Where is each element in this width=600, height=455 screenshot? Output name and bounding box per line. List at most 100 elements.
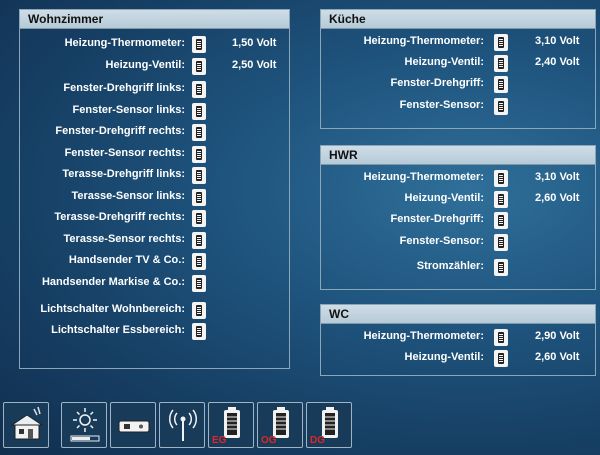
remote-button[interactable] bbox=[110, 402, 156, 448]
sensor-label: Lichtschalter Essbereich: bbox=[51, 324, 185, 336]
battery-status-icon[interactable] bbox=[192, 58, 206, 75]
battery-status-icon[interactable] bbox=[494, 329, 508, 346]
panel-wohnzimmer: Wohnzimmer Heizung-Thermometer: 1,50 Volt… bbox=[19, 9, 290, 369]
sensor-value: 2,40 Volt bbox=[535, 56, 580, 68]
sensor-label: Fenster-Sensor: bbox=[399, 235, 484, 247]
sensor-row: Handsender Markise & Co.: bbox=[20, 275, 289, 293]
brightness-icon bbox=[70, 408, 100, 442]
sensor-label: Fenster-Sensor: bbox=[399, 99, 484, 111]
sensor-value: 2,60 Volt bbox=[535, 192, 580, 204]
battery-status-icon[interactable] bbox=[192, 81, 206, 98]
sensor-row: Heizung-Thermometer: 3,10 Volt bbox=[321, 170, 595, 188]
battery-status-icon[interactable] bbox=[192, 103, 206, 120]
sensor-value: 1,50 Volt bbox=[232, 37, 277, 49]
sensor-row: Fenster-Drehgriff: bbox=[321, 76, 595, 94]
battery-status-icon[interactable] bbox=[192, 232, 206, 249]
battery-og-button[interactable]: OG bbox=[257, 402, 303, 448]
battery-status-icon[interactable] bbox=[192, 146, 206, 163]
sensor-label: Fenster-Drehgriff links: bbox=[63, 82, 185, 94]
battery-dg-button[interactable]: DG bbox=[306, 402, 352, 448]
sensor-row: Handsender TV & Co.: bbox=[20, 253, 289, 271]
battery-status-icon[interactable] bbox=[192, 210, 206, 227]
brightness-button[interactable] bbox=[61, 402, 107, 448]
sensor-row: Terasse-Drehgriff rechts: bbox=[20, 210, 289, 228]
sensor-row: Fenster-Sensor: bbox=[321, 234, 595, 252]
sensor-label: Stromzähler: bbox=[416, 260, 484, 272]
sensor-label: Heizung-Thermometer: bbox=[363, 330, 484, 342]
sensor-label: Terasse-Sensor links: bbox=[71, 190, 185, 202]
panel-kueche: Küche Heizung-Thermometer: 3,10 Volt Heizu… bbox=[320, 9, 596, 129]
remote-icon bbox=[118, 420, 150, 433]
sensor-label: Fenster-Drehgriff rechts: bbox=[55, 125, 185, 137]
battery-status-icon[interactable] bbox=[494, 350, 508, 367]
battery-status-icon[interactable] bbox=[494, 191, 508, 208]
house-icon bbox=[10, 406, 44, 440]
sensor-row: Terasse-Drehgriff links: bbox=[20, 167, 289, 185]
sensor-row: Fenster-Sensor: bbox=[321, 98, 595, 116]
panel-hwr: HWR Heizung-Thermometer: 3,10 Volt Heizung… bbox=[320, 145, 596, 290]
sensor-label: Heizung-Thermometer: bbox=[363, 35, 484, 47]
sensor-label: Heizung-Ventil: bbox=[404, 56, 484, 68]
home-button[interactable] bbox=[3, 402, 49, 448]
sensor-label: Terasse-Sensor rechts: bbox=[63, 233, 185, 245]
floor-label: EG bbox=[212, 435, 227, 446]
battery-eg-button[interactable]: EG bbox=[208, 402, 254, 448]
sensor-row: Terasse-Sensor rechts: bbox=[20, 232, 289, 250]
sensor-row: Heizung-Ventil: 2,60 Volt bbox=[321, 350, 595, 368]
sensor-label: Heizung-Thermometer: bbox=[363, 171, 484, 183]
sensor-value: 3,10 Volt bbox=[535, 171, 580, 183]
battery-status-icon[interactable] bbox=[192, 124, 206, 141]
battery-status-icon[interactable] bbox=[494, 259, 508, 276]
sensor-label: Fenster-Drehgriff: bbox=[390, 77, 484, 89]
sensor-row: Heizung-Ventil: 2,50 Volt bbox=[20, 58, 289, 76]
battery-status-icon[interactable] bbox=[192, 167, 206, 184]
battery-status-icon[interactable] bbox=[494, 212, 508, 229]
battery-status-icon[interactable] bbox=[494, 98, 508, 115]
antenna-icon bbox=[169, 409, 197, 441]
sensor-row: Fenster-Sensor rechts: bbox=[20, 146, 289, 164]
sensor-value: 2,90 Volt bbox=[535, 330, 580, 342]
battery-status-icon[interactable] bbox=[192, 36, 206, 53]
sensor-row: Lichtschalter Essbereich: bbox=[20, 323, 289, 341]
sensor-label: Fenster-Sensor rechts: bbox=[64, 147, 185, 159]
battery-status-icon[interactable] bbox=[494, 55, 508, 72]
antenna-button[interactable] bbox=[159, 402, 205, 448]
sensor-row: Stromzähler: bbox=[321, 259, 595, 277]
floor-label: OG bbox=[261, 435, 277, 446]
sensor-row: Fenster-Drehgriff links: bbox=[20, 81, 289, 99]
panel-title: HWR bbox=[321, 146, 595, 165]
sensor-row: Heizung-Ventil: 2,60 Volt bbox=[321, 191, 595, 209]
sensor-label: Lichtschalter Wohnbereich: bbox=[40, 303, 185, 315]
sensor-row: Fenster-Drehgriff: bbox=[321, 212, 595, 230]
sensor-label: Heizung-Ventil: bbox=[404, 192, 484, 204]
sensor-label: Fenster-Sensor links: bbox=[72, 104, 185, 116]
battery-status-icon[interactable] bbox=[494, 234, 508, 251]
sensor-value: 3,10 Volt bbox=[535, 35, 580, 47]
battery-status-icon[interactable] bbox=[192, 253, 206, 270]
sensor-row: Heizung-Thermometer: 1,50 Volt bbox=[20, 36, 289, 54]
sensor-label: Heizung-Thermometer: bbox=[64, 37, 185, 49]
sensor-row: Heizung-Ventil: 2,40 Volt bbox=[321, 55, 595, 73]
sensor-label: Terasse-Drehgriff links: bbox=[62, 168, 185, 180]
panel-wc: WC Heizung-Thermometer: 2,90 Volt Heizung-… bbox=[320, 304, 596, 376]
sensor-label: Fenster-Drehgriff: bbox=[390, 213, 484, 225]
panel-title: Küche bbox=[321, 10, 595, 29]
battery-status-icon[interactable] bbox=[494, 76, 508, 93]
battery-status-icon[interactable] bbox=[494, 170, 508, 187]
sensor-row: Heizung-Thermometer: 3,10 Volt bbox=[321, 34, 595, 52]
floor-label: DG bbox=[310, 435, 325, 446]
battery-status-icon[interactable] bbox=[192, 302, 206, 319]
sensor-label: Terasse-Drehgriff rechts: bbox=[54, 211, 185, 223]
sensor-row: Lichtschalter Wohnbereich: bbox=[20, 302, 289, 320]
sensor-row: Fenster-Sensor links: bbox=[20, 103, 289, 121]
sensor-row: Heizung-Thermometer: 2,90 Volt bbox=[321, 329, 595, 347]
battery-status-icon[interactable] bbox=[192, 189, 206, 206]
sensor-value: 2,50 Volt bbox=[232, 59, 277, 71]
battery-status-icon[interactable] bbox=[192, 323, 206, 340]
battery-status-icon[interactable] bbox=[494, 34, 508, 51]
battery-status-icon[interactable] bbox=[192, 275, 206, 292]
sensor-label: Heizung-Ventil: bbox=[105, 59, 185, 71]
sensor-label: Handsender TV & Co.: bbox=[68, 254, 185, 266]
sensor-value: 2,60 Volt bbox=[535, 351, 580, 363]
sensor-row: Terasse-Sensor links: bbox=[20, 189, 289, 207]
